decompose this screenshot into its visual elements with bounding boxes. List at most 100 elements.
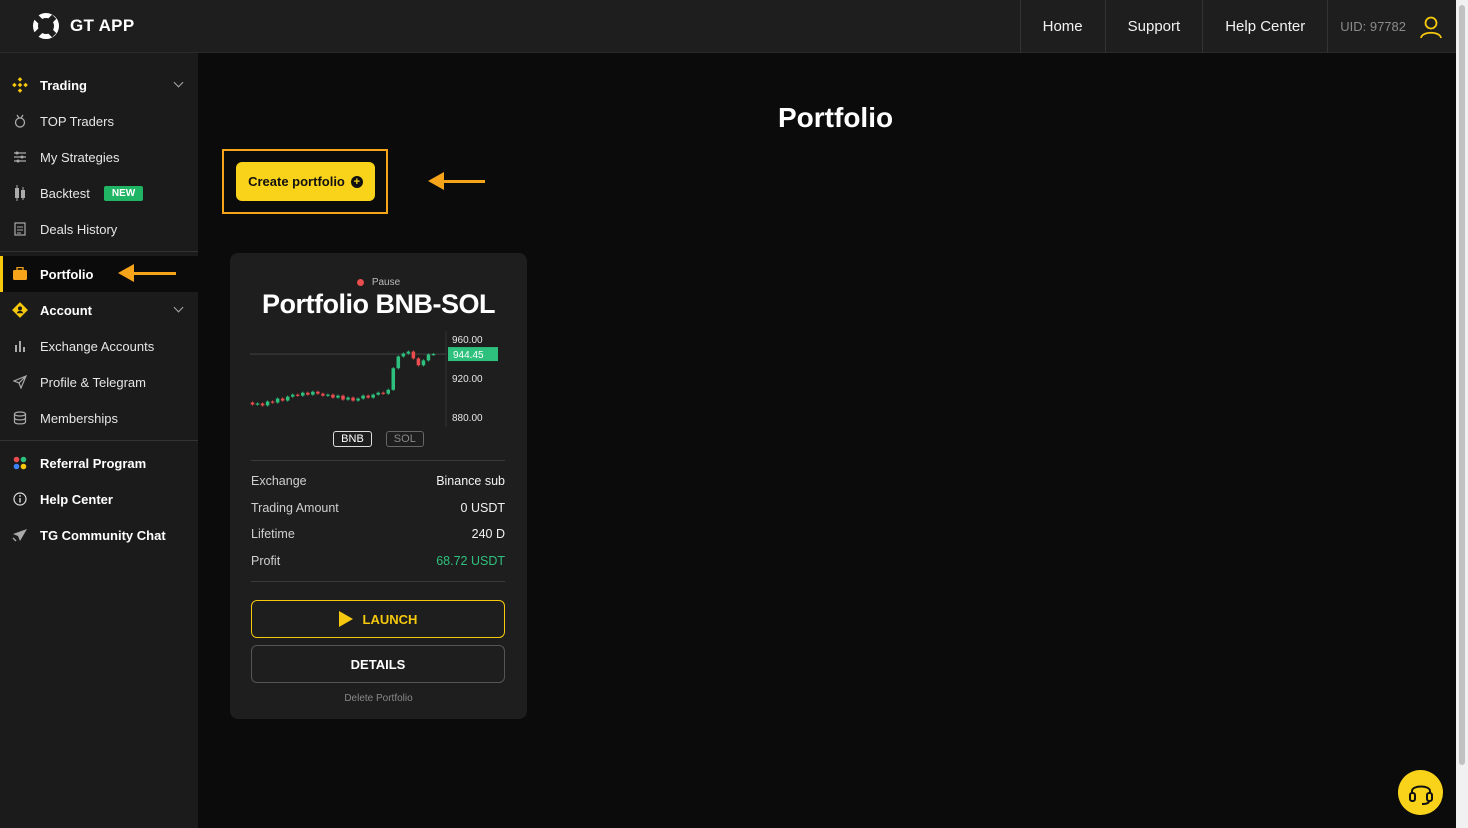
app-name: GT APP <box>70 16 135 35</box>
sidebar-item-memberships[interactable]: Memberships <box>0 400 198 436</box>
sidebar-item-my-strategies[interactable]: My Strategies <box>0 139 198 175</box>
info-row-lifetime: Lifetime 240 D <box>251 527 505 541</box>
sidebar-divider <box>0 251 198 252</box>
user-menu[interactable]: UID: 97782 <box>1327 0 1456 53</box>
candle-body <box>406 351 411 354</box>
candle-body <box>371 394 375 398</box>
details-button[interactable]: DETAILS <box>251 645 505 683</box>
candle-body <box>255 403 260 405</box>
row-value: 68.72 USDT <box>436 554 505 568</box>
info-row-exchange: Exchange Binance sub <box>251 474 505 488</box>
page-title: Portfolio <box>778 102 894 133</box>
status-dot <box>356 279 364 286</box>
create-portfolio-button[interactable]: Create portfolio + <box>236 162 375 201</box>
candle-body <box>431 354 436 356</box>
price-tick-label: 880.00 <box>452 413 483 424</box>
candle-body <box>426 354 431 361</box>
scrollbar[interactable] <box>1456 0 1468 828</box>
briefcase-icon <box>12 266 28 282</box>
sidebar-item-profile-telegram[interactable]: Profile & Telegram <box>0 364 198 400</box>
sidebar-item-exchange-accounts[interactable]: Exchange Accounts <box>0 328 198 364</box>
status-label: Pause <box>371 277 401 288</box>
sidebar-item-tg-chat[interactable]: TG Community Chat <box>0 517 198 553</box>
candle-body <box>351 397 355 401</box>
top-bar: GT APP Home Support Help Center UID: 977… <box>0 0 1456 53</box>
headset-icon <box>1408 785 1433 805</box>
candle-body <box>290 394 295 397</box>
user-icon <box>1420 16 1442 38</box>
candle-body <box>396 356 401 369</box>
lifebuoy-logo-icon <box>33 13 59 39</box>
scrollbar-thumb[interactable] <box>1459 5 1465 765</box>
card-divider <box>251 460 505 461</box>
candle-body <box>376 392 380 395</box>
plus-circle-icon: + <box>350 175 363 188</box>
candle-body <box>280 398 285 401</box>
candle-body <box>321 393 325 396</box>
candle-body <box>331 394 335 398</box>
sidebar-item-label: Profile & Telegram <box>40 374 146 390</box>
status-indicator: Pause <box>230 277 527 288</box>
coin-tag-sol[interactable]: SOL <box>385 431 424 447</box>
sidebar-item-label: Referral Program <box>40 455 147 471</box>
row-label: Lifetime <box>251 527 295 541</box>
candle-body <box>306 392 310 395</box>
create-portfolio-label: Create portfolio <box>248 174 345 189</box>
candle-body <box>361 395 365 399</box>
sidebar-item-trading[interactable]: Trading <box>0 67 198 103</box>
sidebar-item-label: Exchange Accounts <box>40 338 155 354</box>
sidebar: Trading TOP Traders My Strategies Backte… <box>0 53 198 828</box>
create-annotation-arrow <box>428 172 485 190</box>
sidebar-item-top-traders[interactable]: TOP Traders <box>0 103 198 139</box>
bar-chart-icon <box>12 338 28 354</box>
portfolio-card: Pause Portfolio BNB-SOL 960.00 920.00 880.… <box>230 253 527 719</box>
candle-body <box>270 401 275 403</box>
candle-body <box>326 394 330 396</box>
sidebar-item-referral[interactable]: Referral Program <box>0 445 198 481</box>
chevron-down-icon[interactable] <box>173 302 184 313</box>
candle-body <box>416 358 421 366</box>
account-diamond-icon <box>12 302 28 318</box>
card-divider <box>251 581 505 582</box>
portfolio-title: Portfolio BNB-SOL <box>262 289 495 319</box>
medal-icon <box>12 113 28 129</box>
sidebar-item-label: Trading <box>40 77 87 93</box>
candle-body <box>411 351 416 359</box>
nav-home[interactable]: Home <box>1019 0 1105 53</box>
price-tick-label: 960.00 <box>452 335 483 346</box>
nav-support[interactable]: Support <box>1104 0 1203 53</box>
coin-tags: BNB SOL <box>230 431 527 447</box>
row-value: Binance sub <box>436 474 505 488</box>
sidebar-divider <box>0 440 198 441</box>
row-value: 0 USDT <box>460 501 505 515</box>
sidebar-item-deals-history[interactable]: Deals History <box>0 211 198 247</box>
price-chart: 960.00 920.00 880.00 944.45 <box>250 331 498 427</box>
candle-body <box>265 401 270 406</box>
coin-tag-bnb[interactable]: BNB <box>333 431 372 447</box>
row-label: Profit <box>251 554 281 568</box>
price-tick-label: 920.00 <box>452 374 483 385</box>
candle-body <box>311 391 315 395</box>
candle-body <box>366 395 370 398</box>
top-nav: Home Support Help Center UID: 97782 <box>1019 0 1456 53</box>
sidebar-item-label: Help Center <box>40 491 113 507</box>
app-logo[interactable]: GT APP <box>33 13 134 39</box>
delete-portfolio-link[interactable]: Delete Portfolio <box>230 693 527 704</box>
sidebar-item-backtest[interactable]: Backtest NEW <box>0 175 198 211</box>
candle-body <box>391 368 396 390</box>
candle-body <box>316 391 320 394</box>
portfolio-annotation-arrow <box>118 264 176 282</box>
nav-help-center[interactable]: Help Center <box>1202 0 1327 53</box>
candle-body <box>421 360 426 366</box>
sidebar-item-help-center[interactable]: Help Center <box>0 481 198 517</box>
row-label: Trading Amount <box>251 501 339 515</box>
sidebar-item-label: TOP Traders <box>40 113 114 129</box>
launch-button[interactable]: LAUNCH <box>251 600 505 638</box>
chevron-down-icon[interactable] <box>173 77 184 88</box>
coins-stack-icon <box>12 410 28 426</box>
support-chat-button[interactable] <box>1398 770 1443 815</box>
candle-body <box>250 402 255 405</box>
sidebar-item-account[interactable]: Account <box>0 292 198 328</box>
sidebar-item-label: Deals History <box>40 221 118 237</box>
info-row-profit: Profit 68.72 USDT <box>251 554 505 568</box>
